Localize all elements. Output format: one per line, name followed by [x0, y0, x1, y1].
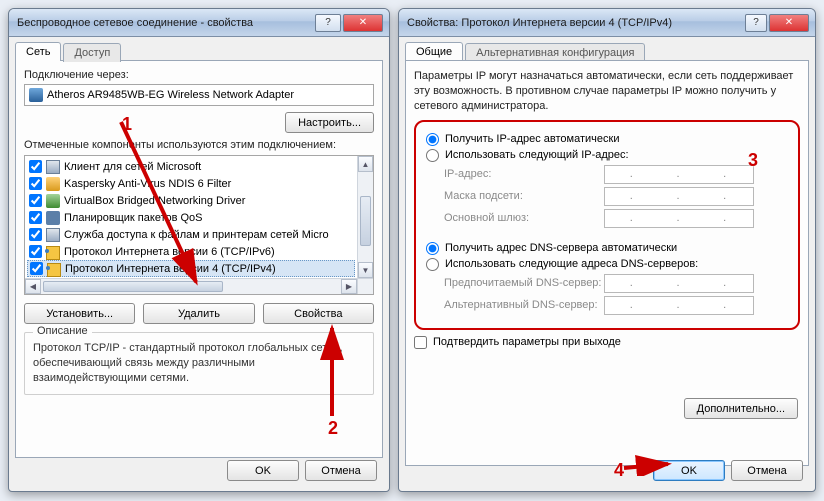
- client-icon: [46, 160, 60, 174]
- gateway-label: Основной шлюз:: [444, 212, 604, 224]
- components-label: Отмеченные компоненты используются этим …: [24, 139, 374, 151]
- protocol-icon: [47, 263, 61, 277]
- item-checkbox[interactable]: [29, 228, 42, 241]
- connect-via-label: Подключение через:: [24, 69, 374, 81]
- item-checkbox[interactable]: [29, 160, 42, 173]
- help-button[interactable]: ?: [745, 14, 767, 32]
- scroll-corner: [357, 278, 373, 294]
- list-item[interactable]: VirtualBox Bridged Networking Driver: [27, 192, 355, 209]
- tab-access[interactable]: Доступ: [63, 43, 121, 62]
- configure-button[interactable]: Настроить...: [285, 112, 374, 133]
- close-button[interactable]: ✕: [343, 14, 383, 32]
- titlebar-left: Беспроводное сетевое соединение - свойст…: [9, 9, 389, 37]
- radio-dns-auto[interactable]: Получить адрес DNS-сервера автоматически: [426, 242, 788, 255]
- shield-icon: [46, 177, 60, 191]
- tabpage-network: Подключение через: Atheros AR9485WB-EG W…: [15, 60, 383, 458]
- dns-alternate-input: ...: [604, 296, 754, 315]
- item-checkbox[interactable]: [29, 211, 42, 224]
- scroll-down-icon[interactable]: ▼: [358, 262, 373, 278]
- description-title: Описание: [33, 325, 92, 337]
- item-checkbox[interactable]: [29, 245, 42, 258]
- ipv4-properties-dialog: Свойства: Протокол Интернета версии 4 (T…: [398, 8, 816, 492]
- window-title: Беспроводное сетевое соединение - свойст…: [15, 17, 313, 29]
- dns-alternate-label: Альтернативный DNS-сервер:: [444, 299, 604, 311]
- info-text: Параметры IP могут назначаться автоматич…: [414, 69, 800, 114]
- cancel-button-right[interactable]: Отмена: [731, 460, 803, 481]
- ok-button-left[interactable]: OK: [227, 460, 299, 481]
- connection-properties-dialog: Беспроводное сетевое соединение - свойст…: [8, 8, 390, 492]
- advanced-button[interactable]: Дополнительно...: [684, 398, 798, 419]
- list-item[interactable]: Клиент для сетей Microsoft: [27, 158, 355, 175]
- dns-preferred-label: Предпочитаемый DNS-сервер:: [444, 277, 604, 289]
- adapter-box[interactable]: Atheros AR9485WB-EG Wireless Network Ada…: [24, 84, 374, 106]
- list-item-ipv4[interactable]: Протокол Интернета версии 4 (TCP/IPv4): [27, 260, 355, 277]
- list-item[interactable]: Служба доступа к файлам и принтерам сете…: [27, 226, 355, 243]
- close-button[interactable]: ✕: [769, 14, 809, 32]
- radio-ip-manual-input[interactable]: [426, 149, 439, 162]
- list-item[interactable]: Протокол Интернета версии 6 (TCP/IPv6): [27, 243, 355, 260]
- description-text: Протокол TCP/IP - стандартный протокол г…: [33, 341, 365, 386]
- tab-general[interactable]: Общие: [405, 42, 463, 61]
- item-checkbox[interactable]: [29, 194, 42, 207]
- validate-checkbox[interactable]: [414, 336, 427, 349]
- dns-preferred-input: ...: [604, 274, 754, 293]
- adapter-icon: [29, 88, 43, 102]
- radio-dns-manual[interactable]: Использовать следующие адреса DNS-сервер…: [426, 258, 788, 271]
- titlebar-right: Свойства: Протокол Интернета версии 4 (T…: [399, 9, 815, 37]
- item-checkbox[interactable]: [29, 177, 42, 190]
- radio-ip-auto[interactable]: Получить IP-адрес автоматически: [426, 133, 788, 146]
- scroll-up-icon[interactable]: ▲: [358, 156, 373, 172]
- uninstall-button[interactable]: Удалить: [143, 303, 254, 324]
- item-checkbox[interactable]: [30, 262, 43, 275]
- minimize-button[interactable]: ?: [315, 14, 341, 32]
- scroll-left-icon[interactable]: ◀: [25, 279, 41, 294]
- properties-button[interactable]: Свойства: [263, 303, 374, 324]
- radio-dns-manual-input[interactable]: [426, 258, 439, 271]
- radio-dns-auto-input[interactable]: [426, 242, 439, 255]
- validate-on-exit[interactable]: Подтвердить параметры при выходе: [414, 336, 800, 349]
- scroll-thumb-h[interactable]: [43, 281, 223, 292]
- radio-ip-auto-input[interactable]: [426, 133, 439, 146]
- highlighted-settings: Получить IP-адрес автоматически Использо…: [414, 120, 800, 330]
- tabstrip-right: Общие Альтернативная конфигурация: [399, 37, 815, 60]
- tabstrip-left: Сеть Доступ: [9, 37, 389, 60]
- install-button[interactable]: Установить...: [24, 303, 135, 324]
- horizontal-scrollbar[interactable]: ◀ ▶: [25, 278, 357, 294]
- list-item[interactable]: Планировщик пакетов QoS: [27, 209, 355, 226]
- list-item[interactable]: Kaspersky Anti-Virus NDIS 6 Filter: [27, 175, 355, 192]
- ok-button-right[interactable]: OK: [653, 460, 725, 481]
- protocol-icon: [46, 246, 60, 260]
- cancel-button-left[interactable]: Отмена: [305, 460, 377, 481]
- ip-address-input: ...: [604, 165, 754, 184]
- ip-address-label: IP-адрес:: [444, 168, 604, 180]
- gateway-input: ...: [604, 209, 754, 228]
- network-icon: [46, 194, 60, 208]
- subnet-mask-input: ...: [604, 187, 754, 206]
- tab-network[interactable]: Сеть: [15, 42, 61, 61]
- tabpage-general: Параметры IP могут назначаться автоматич…: [405, 60, 809, 466]
- service-icon: [46, 228, 60, 242]
- vertical-scrollbar[interactable]: ▲ ▼: [357, 156, 373, 278]
- components-list[interactable]: Клиент для сетей Microsoft Kaspersky Ant…: [24, 155, 374, 295]
- adapter-name: Atheros AR9485WB-EG Wireless Network Ada…: [47, 89, 294, 101]
- scroll-right-icon[interactable]: ▶: [341, 279, 357, 294]
- scheduler-icon: [46, 211, 60, 225]
- radio-ip-manual[interactable]: Использовать следующий IP-адрес:: [426, 149, 788, 162]
- description-group: Описание Протокол TCP/IP - стандартный п…: [24, 332, 374, 395]
- window-title: Свойства: Протокол Интернета версии 4 (T…: [405, 17, 743, 29]
- scroll-thumb[interactable]: [360, 196, 371, 246]
- subnet-mask-label: Маска подсети:: [444, 190, 604, 202]
